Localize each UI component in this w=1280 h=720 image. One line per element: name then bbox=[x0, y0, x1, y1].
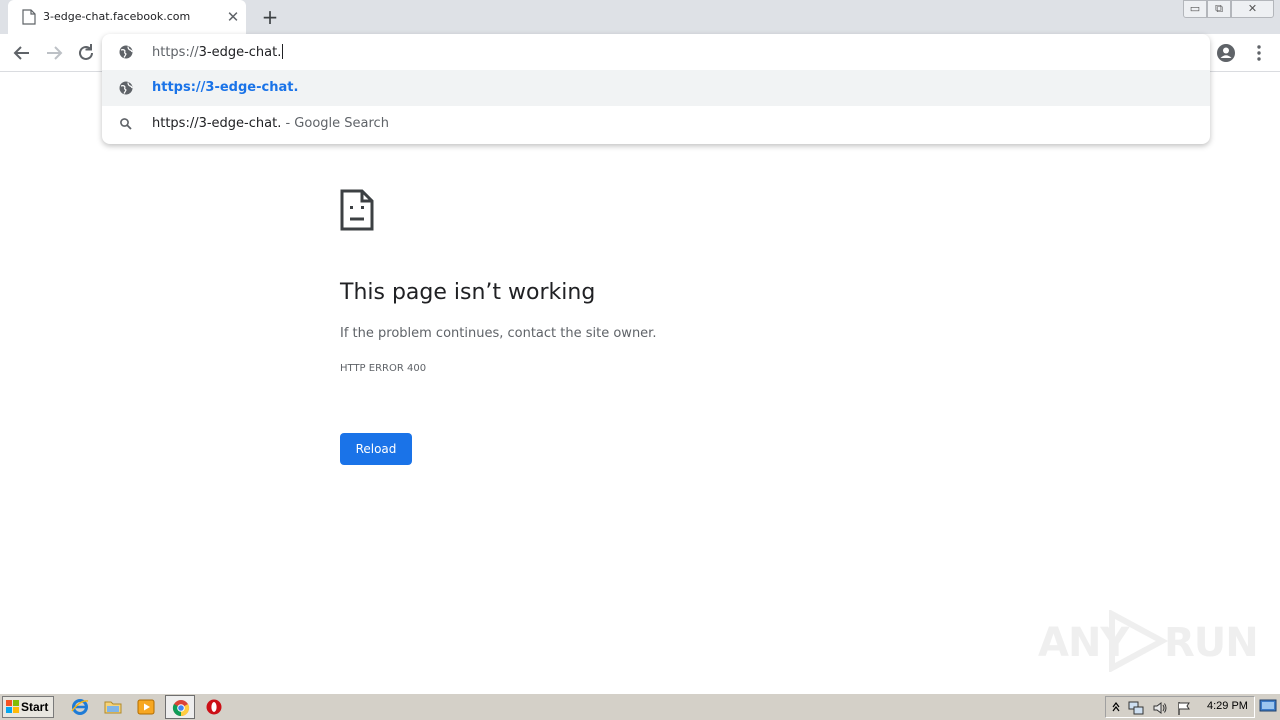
address-input[interactable]: https://3-edge-chat. bbox=[152, 44, 284, 60]
account-icon bbox=[1217, 44, 1235, 62]
globe-icon bbox=[119, 45, 133, 59]
omnibox-dropdown: https://3-edge-chat. https://3-edge-chat… bbox=[102, 34, 1210, 144]
url-typed-text: 3-edge-chat. bbox=[198, 45, 282, 60]
search-icon bbox=[120, 118, 132, 130]
new-tab-button[interactable]: + bbox=[258, 5, 282, 29]
tab-active[interactable]: 3-edge-chat.facebook.com ✕ bbox=[8, 0, 246, 34]
tab-title: 3-edge-chat.facebook.com bbox=[43, 10, 191, 23]
back-arrow-icon bbox=[13, 46, 29, 60]
suggestion-search-query: https://3-edge-chat. bbox=[152, 116, 282, 131]
text-caret bbox=[282, 44, 284, 59]
tab-close-icon[interactable]: ✕ bbox=[224, 8, 242, 26]
url-scheme: https:// bbox=[152, 45, 199, 60]
opera-icon[interactable] bbox=[205, 698, 223, 716]
error-code: HTTP ERROR 400 bbox=[340, 363, 427, 374]
network-icon[interactable] bbox=[1128, 700, 1144, 716]
taskbar: Start 4:29 PM bbox=[0, 693, 1280, 720]
page-icon bbox=[22, 9, 36, 25]
back-button[interactable] bbox=[9, 40, 35, 66]
play-triangle-icon bbox=[1109, 610, 1168, 672]
kebab-menu-icon bbox=[1257, 45, 1261, 61]
show-desktop-icon[interactable] bbox=[1259, 698, 1277, 714]
folder-icon[interactable] bbox=[104, 698, 122, 716]
taskbar-clock[interactable]: 4:29 PM bbox=[1207, 700, 1248, 712]
arrow-up-icon[interactable] bbox=[1111, 700, 1121, 714]
chrome-icon bbox=[172, 700, 190, 717]
minimize-button[interactable]: ▭ bbox=[1183, 0, 1207, 18]
speaker-icon[interactable] bbox=[1152, 700, 1168, 716]
sad-page-icon bbox=[340, 189, 374, 231]
start-button[interactable]: Start bbox=[2, 696, 54, 718]
suggestion-search-text: https://3-edge-chat. - Google Search bbox=[152, 116, 389, 131]
error-message: If the problem continues, contact the si… bbox=[340, 326, 657, 341]
suggestion-search[interactable]: https://3-edge-chat. - Google Search bbox=[102, 106, 1210, 142]
reload-page-button[interactable]: Reload bbox=[340, 433, 412, 465]
start-label: Start bbox=[21, 700, 49, 714]
windows-logo-icon bbox=[6, 700, 19, 713]
tab-strip: 3-edge-chat.facebook.com ✕ + ▭ ⧉ ✕ bbox=[0, 0, 1280, 34]
menu-button[interactable] bbox=[1246, 40, 1272, 66]
suggestion-url[interactable]: https://3-edge-chat. bbox=[102, 70, 1210, 106]
error-title: This page isn’t working bbox=[340, 280, 596, 305]
close-window-button[interactable]: ✕ bbox=[1231, 0, 1274, 18]
suggestion-url-text: https://3-edge-chat. bbox=[152, 80, 299, 95]
maximize-button[interactable]: ⧉ bbox=[1207, 0, 1231, 18]
watermark-logo: ANY RUN bbox=[1036, 610, 1259, 672]
forward-arrow-icon bbox=[47, 46, 63, 60]
reload-icon bbox=[79, 44, 93, 60]
chrome-taskbar-button[interactable] bbox=[165, 695, 195, 719]
media-player-icon[interactable] bbox=[137, 698, 155, 716]
globe-icon bbox=[119, 81, 133, 95]
flag-icon[interactable] bbox=[1176, 700, 1192, 716]
suggestion-search-suffix: - Google Search bbox=[281, 116, 389, 131]
address-bar[interactable]: https://3-edge-chat. bbox=[102, 34, 1210, 70]
reload-button[interactable] bbox=[73, 40, 99, 66]
internet-explorer-icon[interactable] bbox=[71, 698, 89, 716]
forward-button[interactable] bbox=[41, 40, 67, 66]
profile-button[interactable] bbox=[1213, 40, 1239, 66]
watermark-text-right: RUN bbox=[1164, 620, 1259, 666]
